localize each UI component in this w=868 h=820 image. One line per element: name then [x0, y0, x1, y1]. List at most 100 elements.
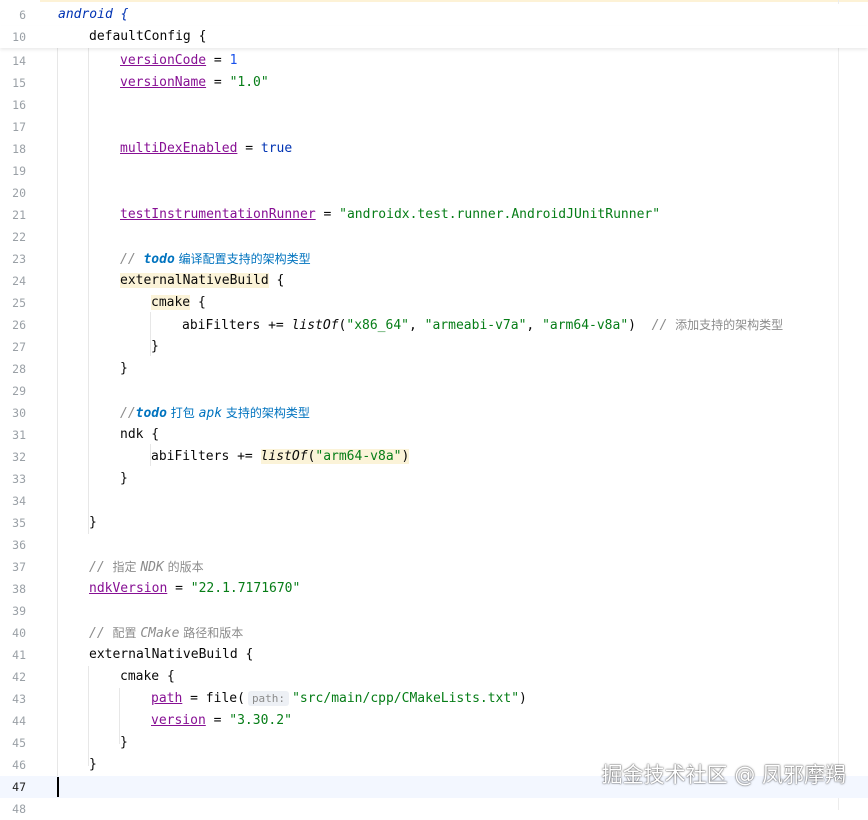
- line-number: 37: [12, 560, 26, 574]
- line-number: 40: [12, 626, 26, 640]
- code-text: //todo 打包 apk 支持的架构类型: [120, 402, 310, 425]
- code-line[interactable]: 36: [0, 534, 868, 556]
- code-text: testInstrumentationRunner = "androidx.te…: [120, 204, 660, 226]
- code-text: versionCode = 1: [120, 50, 237, 72]
- line-number: 28: [12, 362, 26, 376]
- code-line[interactable]: 33 }: [0, 468, 868, 490]
- code-line[interactable]: 18 multiDexEnabled = true: [0, 138, 868, 160]
- line-number: 35: [12, 516, 26, 530]
- code-line[interactable]: 39: [0, 600, 868, 622]
- code-text: android {: [58, 7, 129, 22]
- code-line[interactable]: 26 abiFilters += listOf("x86_64", "armea…: [0, 314, 868, 336]
- line-number: 26: [12, 318, 26, 332]
- comment-token: //: [651, 318, 676, 333]
- line-number: 38: [12, 582, 26, 596]
- code-text: // todo 编译配置支持的架构类型: [120, 248, 311, 271]
- code-line[interactable]: 20: [0, 182, 868, 204]
- code-line[interactable]: 22: [0, 226, 868, 248]
- line-number: 24: [12, 274, 26, 288]
- code-line[interactable]: 14 versionCode = 1: [0, 50, 868, 72]
- code-line[interactable]: 32 abiFilters += listOf("arm64-v8a"): [0, 446, 868, 468]
- string-token: "androidx.test.runner.AndroidJUnitRunner…: [339, 207, 661, 222]
- todo-token: todo: [143, 252, 175, 267]
- code-line[interactable]: 19: [0, 160, 868, 182]
- code-text: externalNativeBuild {: [120, 270, 284, 292]
- code-line[interactable]: 29: [0, 380, 868, 402]
- string-token: "1.0": [229, 75, 269, 90]
- operator-token: =: [237, 141, 261, 156]
- code-line[interactable]: 27 }: [0, 336, 868, 358]
- text-caret: [57, 777, 59, 797]
- comment-text: 添加支持的架构类型: [675, 318, 784, 332]
- code-line[interactable]: 43 path = file(path: "src/main/cpp/CMakeL…: [0, 688, 868, 710]
- string-token: "22.1.7171670": [190, 581, 301, 596]
- parameter-hint: path:: [247, 691, 290, 706]
- todo-text: 支持的架构类型: [222, 406, 310, 420]
- todo-text: 打包: [166, 406, 199, 420]
- code-line[interactable]: 28 }: [0, 358, 868, 380]
- line-number: 44: [12, 714, 26, 728]
- code-line[interactable]: 30 //todo 打包 apk 支持的架构类型: [0, 402, 868, 424]
- line-number: 21: [12, 208, 26, 222]
- comment-token: //: [89, 560, 113, 575]
- comment-token: //: [120, 406, 136, 421]
- comment-text: 指定: [112, 560, 141, 574]
- operator-token: =: [167, 581, 191, 596]
- code-line[interactable]: 41 externalNativeBuild {: [0, 644, 868, 666]
- code-token: abiFilters +=: [151, 449, 261, 464]
- todo-token: todo: [135, 406, 167, 421]
- comment-token: NDK: [140, 560, 164, 575]
- code-line[interactable]: 31 ndk {: [0, 424, 868, 446]
- highlighted-token: externalNativeBuild: [120, 273, 269, 288]
- highlighted-token: cmake: [151, 295, 191, 310]
- code-text: // 指定 NDK 的版本: [89, 556, 204, 579]
- code-line[interactable]: 24 externalNativeBuild {: [0, 270, 868, 292]
- code-line[interactable]: 34: [0, 490, 868, 512]
- code-line[interactable]: 42 cmake {: [0, 666, 868, 688]
- code-text: }: [120, 471, 128, 486]
- paren-token: ): [401, 449, 410, 464]
- string-token: "arm64-v8a": [315, 449, 402, 464]
- code-text: }: [120, 735, 128, 750]
- code-text: abiFilters += listOf("x86_64", "armeabi-…: [182, 314, 783, 337]
- line-number: 39: [12, 604, 26, 618]
- paren-token: ): [628, 318, 652, 333]
- code-text: }: [89, 757, 97, 772]
- line-number: 34: [12, 494, 26, 508]
- code-line[interactable]: 23 // todo 编译配置支持的架构类型: [0, 248, 868, 270]
- code-text: defaultConfig {: [89, 29, 207, 44]
- line-number: 32: [12, 450, 26, 464]
- comma-token: ,: [526, 318, 543, 333]
- property-token: versionCode: [120, 53, 207, 68]
- line-number: 23: [12, 252, 26, 266]
- code-line[interactable]: 15 versionName = "1.0": [0, 72, 868, 94]
- sticky-line[interactable]: 10 defaultConfig {: [0, 26, 868, 48]
- code-text: ndkVersion = "22.1.7171670": [89, 578, 300, 600]
- code-editor[interactable]: 6 android { 10 defaultConfig { 14 versio…: [0, 0, 868, 816]
- code-text: abiFilters += listOf("arm64-v8a"): [151, 446, 410, 468]
- code-line[interactable]: 21 testInstrumentationRunner = "androidx…: [0, 204, 868, 226]
- code-line[interactable]: 40 // 配置 CMake 路径和版本: [0, 622, 868, 644]
- line-number: 22: [12, 230, 26, 244]
- line-number: 48: [12, 802, 26, 816]
- code-line[interactable]: 38 ndkVersion = "22.1.7171670": [0, 578, 868, 600]
- code-line[interactable]: 17: [0, 116, 868, 138]
- line-number: 16: [12, 98, 26, 112]
- code-text: versionName = "1.0": [120, 72, 269, 94]
- code-line[interactable]: 16: [0, 94, 868, 116]
- code-line[interactable]: 37 // 指定 NDK 的版本: [0, 556, 868, 578]
- code-line[interactable]: 25 cmake {: [0, 292, 868, 314]
- line-number: 43: [12, 692, 26, 706]
- code-line[interactable]: 35 }: [0, 512, 868, 534]
- function-token: listOf: [260, 449, 308, 464]
- string-token: "armeabi-v7a": [424, 318, 527, 333]
- code-line[interactable]: 48: [0, 798, 868, 820]
- sticky-line[interactable]: 6 android {: [0, 4, 868, 26]
- code-line[interactable]: 44 version = "3.30.2": [0, 710, 868, 732]
- code-text: }: [151, 339, 159, 354]
- code-line[interactable]: 45 }: [0, 732, 868, 754]
- line-number: 10: [12, 30, 26, 44]
- line-number: 19: [12, 164, 26, 178]
- line-number: 25: [12, 296, 26, 310]
- line-number: 41: [12, 648, 26, 662]
